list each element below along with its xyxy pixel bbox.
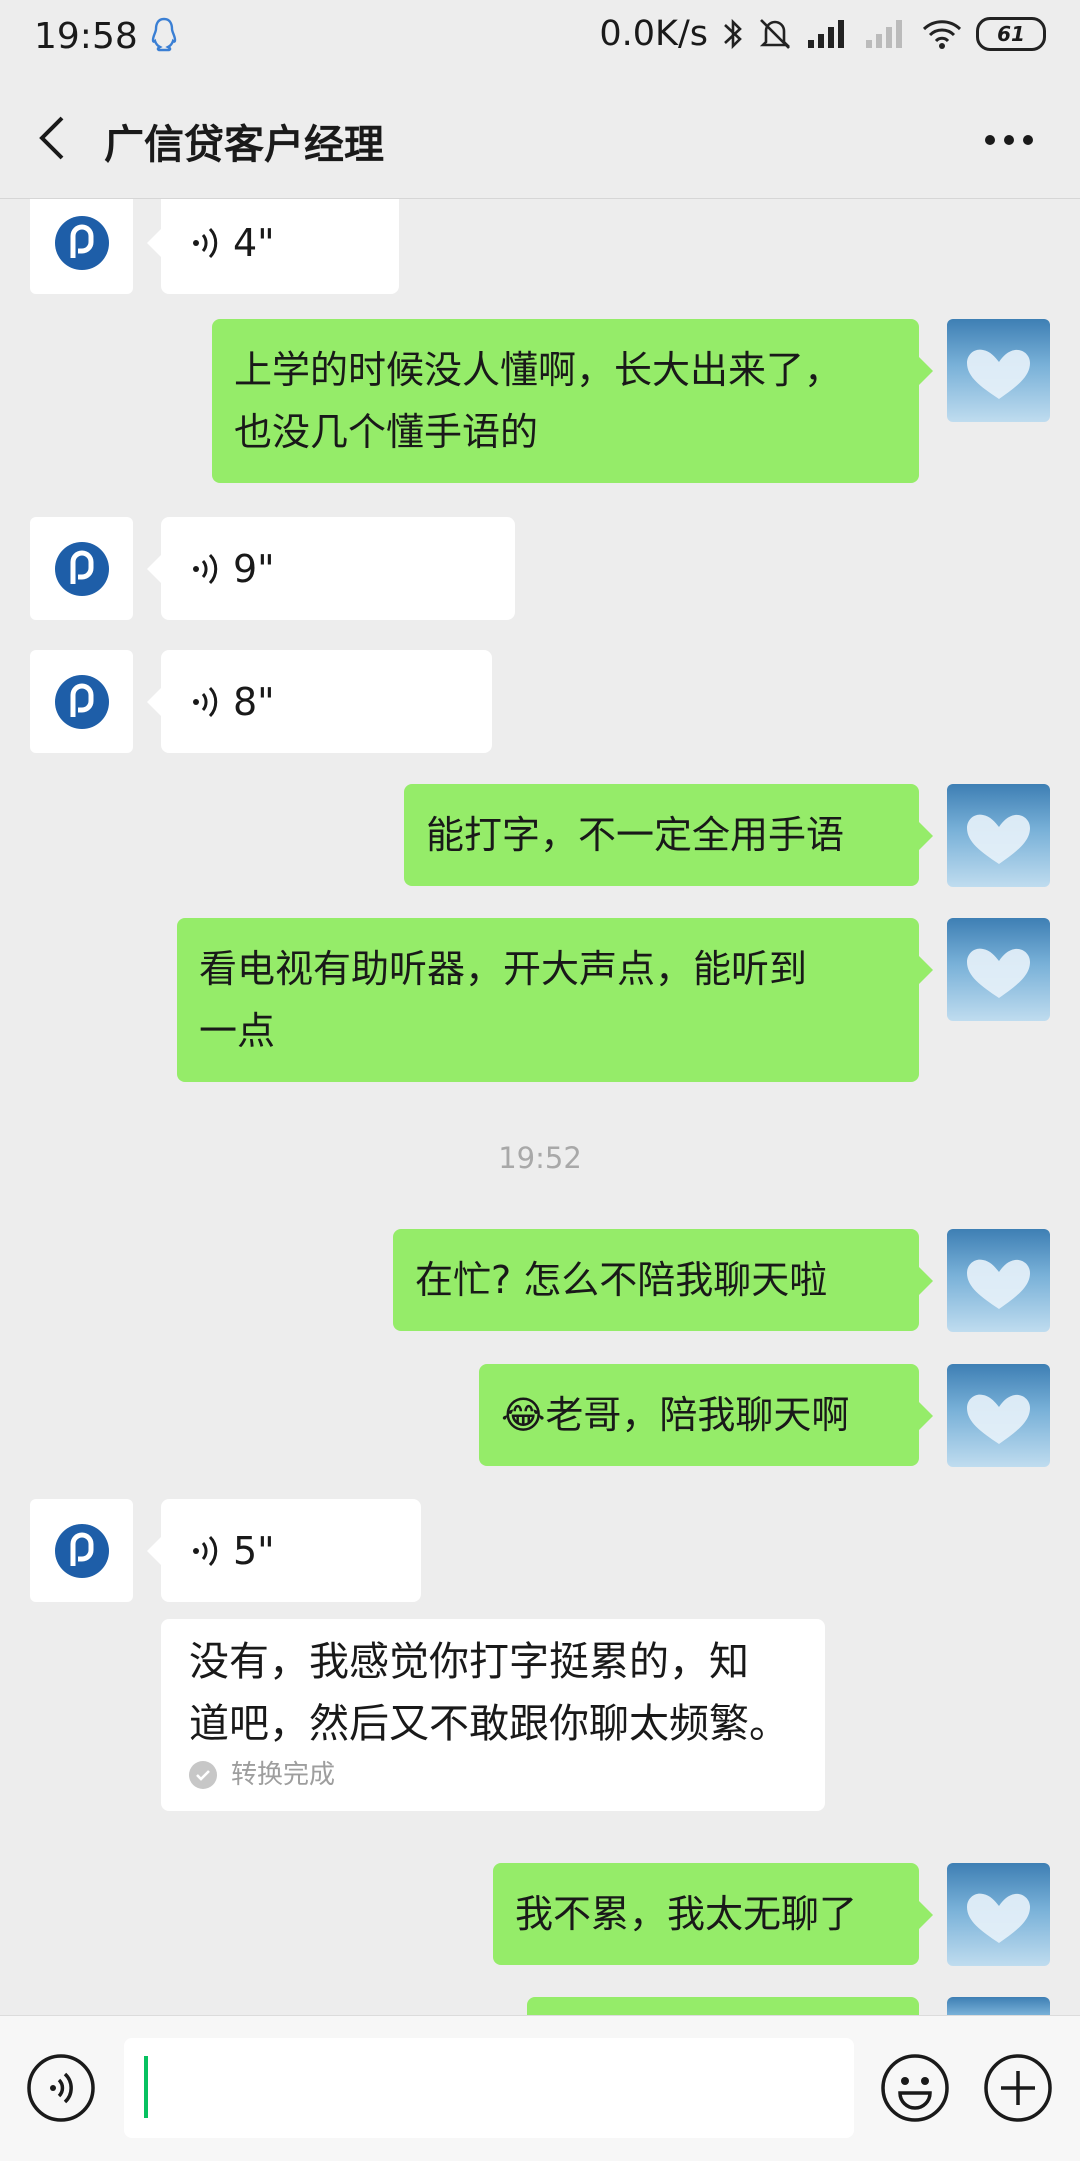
my-avatar[interactable] xyxy=(947,1997,1050,2015)
voice-duration: 9" xyxy=(233,546,275,591)
voice-transcript[interactable]: 没有，我感觉你打字挺累的，知 道吧，然后又不敢跟你聊太频繁。 转换完成 xyxy=(161,1619,825,1811)
sent-message-partial[interactable] xyxy=(527,1997,919,2015)
sent-message[interactable]: 看电视有助听器，开大声点，能听到 一点 xyxy=(177,918,933,1082)
voice-wave-icon xyxy=(193,227,218,258)
voice-message[interactable]: 5" xyxy=(147,1499,421,1602)
transcript-status: 转换完成 xyxy=(189,1757,797,1793)
status-bar: 19:58 0.0K/s 61 xyxy=(0,0,1080,78)
voice-duration: 5" xyxy=(233,1528,275,1573)
signal-sim2-icon xyxy=(866,20,902,48)
message-text-line: 上学的时候没人懂啊，长大出来了， xyxy=(234,348,843,392)
heart-cloud-image xyxy=(967,1893,1030,1943)
my-avatar[interactable] xyxy=(947,1863,1050,1966)
message-text: 我不累，我太无聊了 xyxy=(515,1892,858,1936)
mute-bell-icon xyxy=(759,19,791,49)
my-avatar[interactable] xyxy=(947,918,1050,1021)
bank-logo-icon xyxy=(54,674,109,729)
chat-title: 广信贷客户经理 xyxy=(104,122,384,168)
transcript-status-text: 转换完成 xyxy=(231,1760,336,1790)
plus-circle-icon[interactable] xyxy=(983,2053,1053,2123)
voice-duration: 4" xyxy=(233,220,275,265)
chat-messages[interactable]: 4" 上学的时候没人懂啊，长大出来了， 也没几个懂手语的 9" 8" 能打字，不… xyxy=(0,199,1080,2015)
message-input[interactable] xyxy=(124,2038,854,2138)
back-chevron-icon[interactable] xyxy=(32,112,72,164)
voice-wave-icon xyxy=(193,1535,218,1566)
check-icon xyxy=(189,1761,217,1789)
contact-avatar[interactable] xyxy=(30,517,133,620)
heart-cloud-image xyxy=(967,1394,1030,1444)
voice-wave-icon xyxy=(193,686,218,717)
voice-mode-icon[interactable] xyxy=(26,2053,96,2123)
heart-cloud-image xyxy=(967,948,1030,998)
voice-wave-icon xyxy=(193,553,218,584)
voice-message[interactable]: 9" xyxy=(147,517,515,620)
message-text: 能打字，不一定全用手语 xyxy=(426,813,845,857)
contact-avatar[interactable] xyxy=(30,199,133,294)
signal-icon xyxy=(808,20,844,48)
bank-logo-icon xyxy=(54,1523,109,1578)
message-text-line: 看电视有助听器，开大声点，能听到 xyxy=(199,947,808,991)
contact-avatar[interactable] xyxy=(30,1499,133,1602)
chat-header: 广信贷客户经理 xyxy=(0,78,1080,199)
bank-logo-icon xyxy=(54,541,109,596)
sent-message[interactable]: 😂老哥，陪我聊天啊 xyxy=(479,1364,933,1466)
sent-message[interactable]: 在忙? 怎么不陪我聊天啦 xyxy=(393,1229,933,1331)
status-time: 19:58 xyxy=(34,16,138,57)
message-text: 在忙? 怎么不陪我聊天啦 xyxy=(415,1258,828,1302)
battery-indicator: 61 xyxy=(976,17,1046,51)
voice-message[interactable]: 4" xyxy=(147,199,399,294)
sent-message[interactable]: 我不累，我太无聊了 xyxy=(493,1863,933,1965)
wifi-icon xyxy=(922,20,962,49)
sent-message[interactable]: 上学的时候没人懂啊，长大出来了， 也没几个懂手语的 xyxy=(212,319,933,483)
heart-cloud-image xyxy=(967,349,1030,399)
more-dots-icon[interactable] xyxy=(984,134,1034,146)
transcript-line: 道吧，然后又不敢跟你聊太频繁。 xyxy=(189,1701,789,1747)
bluetooth-icon xyxy=(724,18,742,50)
contact-avatar[interactable] xyxy=(30,650,133,753)
my-avatar[interactable] xyxy=(947,784,1050,887)
qq-notification-icon xyxy=(151,17,177,52)
message-text: 老哥，陪我聊天啊 xyxy=(545,1393,850,1437)
bank-logo-icon xyxy=(54,215,109,270)
laughing-tears-emoji: 😂 xyxy=(501,1393,546,1437)
network-speed: 0.0K/s xyxy=(599,14,708,54)
transcript-line: 没有，我感觉你打字挺累的，知 xyxy=(189,1639,749,1685)
message-text-line: 一点 xyxy=(199,1009,276,1053)
voice-message[interactable]: 8" xyxy=(147,650,492,753)
input-bar xyxy=(0,2015,1080,2161)
my-avatar[interactable] xyxy=(947,1364,1050,1467)
voice-duration: 8" xyxy=(233,679,275,724)
emoji-smile-icon[interactable] xyxy=(880,2053,950,2123)
text-caret xyxy=(144,2056,148,2118)
my-avatar[interactable] xyxy=(947,1229,1050,1332)
heart-cloud-image xyxy=(967,814,1030,864)
sent-message[interactable]: 能打字，不一定全用手语 xyxy=(404,784,933,886)
heart-cloud-image xyxy=(967,1259,1030,1309)
message-text-line: 也没几个懂手语的 xyxy=(234,410,539,454)
time-separator: 19:52 xyxy=(498,1141,582,1175)
my-avatar[interactable] xyxy=(947,319,1050,422)
